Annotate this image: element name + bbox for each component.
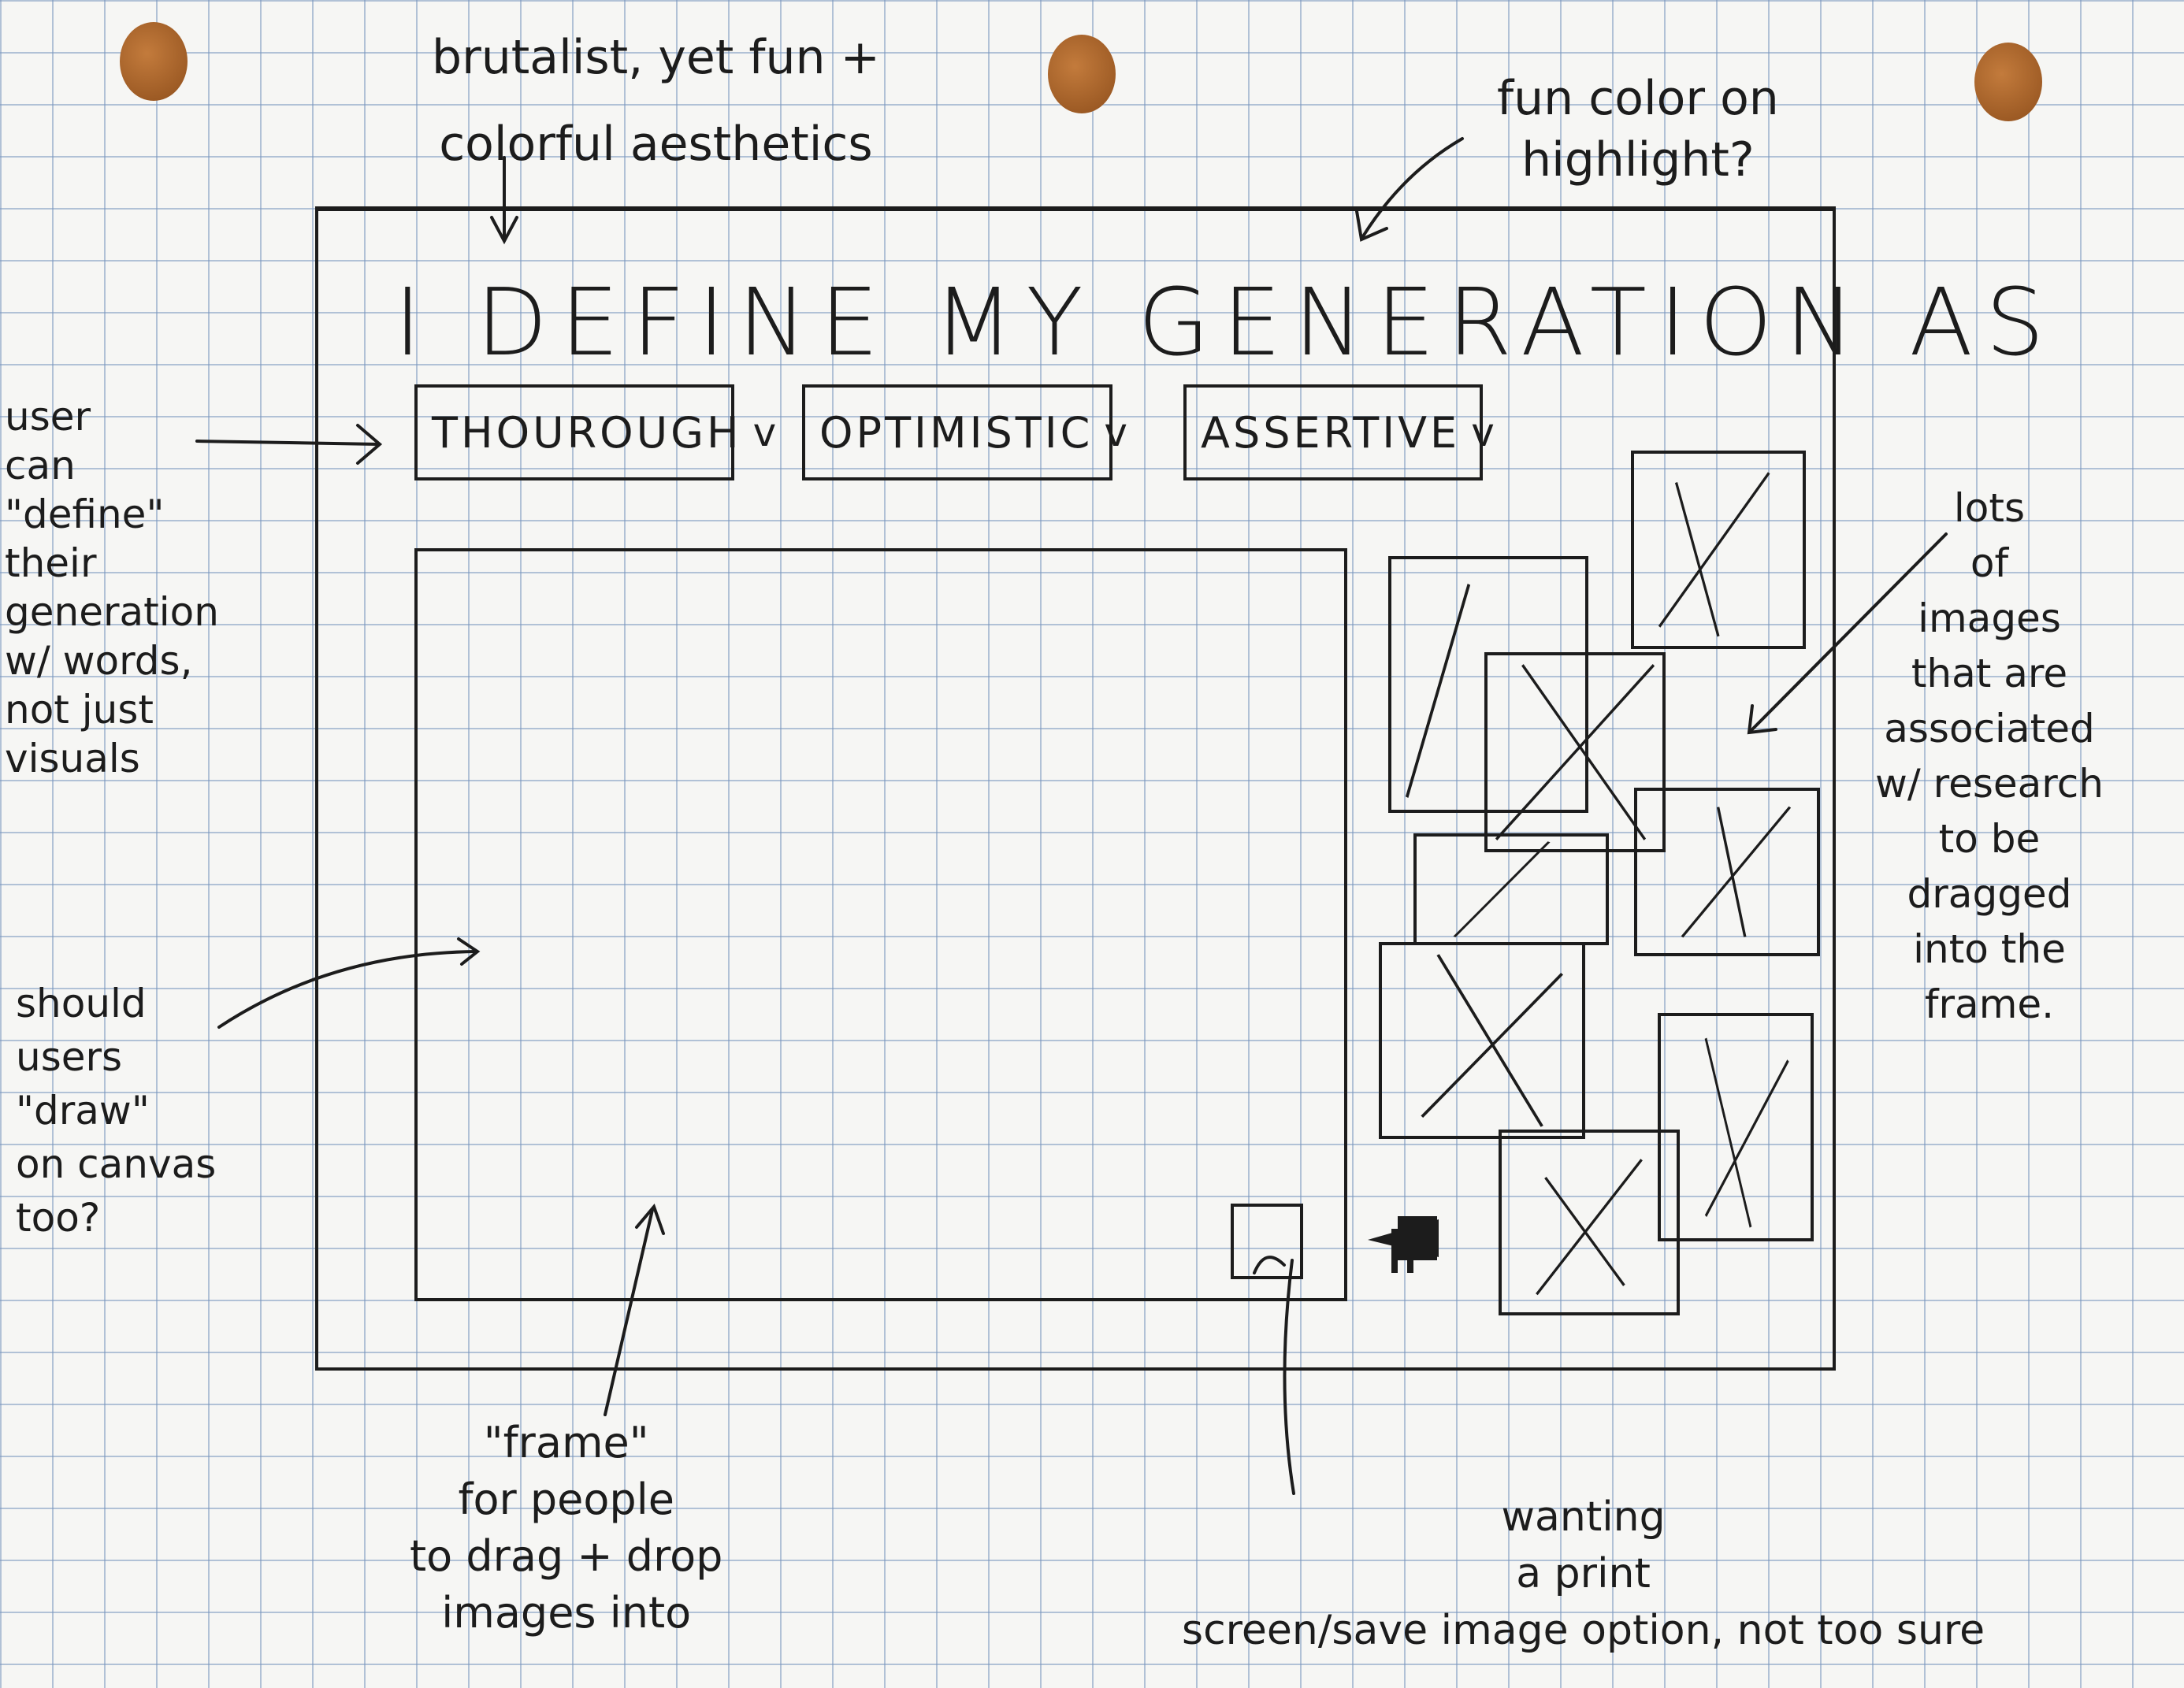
arrow-right-icon bbox=[217, 950, 477, 1029]
arrow-right-icon bbox=[195, 440, 380, 446]
arrow-icon bbox=[1361, 137, 1464, 238]
arrow-up-icon bbox=[604, 1208, 654, 1416]
annotation-arrows bbox=[195, 137, 1948, 1495]
arrow-icon bbox=[1749, 532, 1948, 733]
arrow-icon bbox=[1253, 1256, 1286, 1274]
arrow-icon bbox=[1283, 1259, 1295, 1495]
arrow-left-icon bbox=[1368, 1216, 1439, 1273]
